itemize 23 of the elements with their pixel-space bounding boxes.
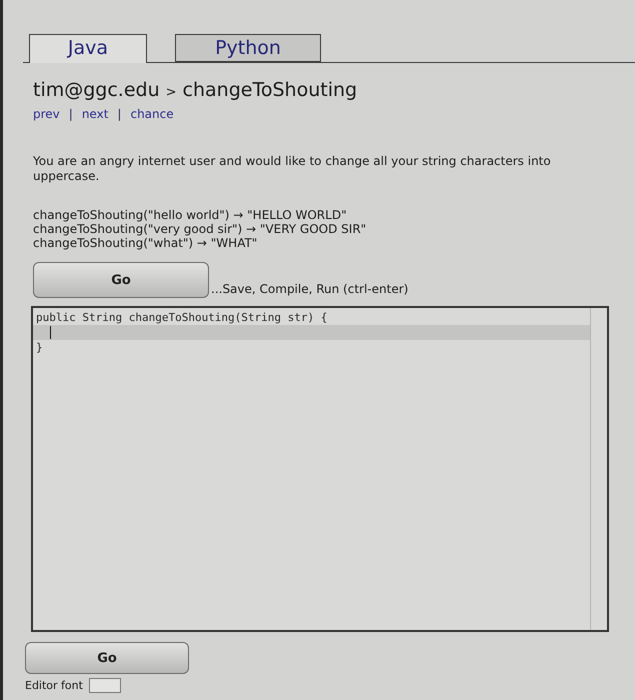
- font-size-label: Editor font: [25, 678, 83, 692]
- code-editor[interactable]: public String changeToShouting(String str) { }: [31, 306, 609, 632]
- nav-separator: |: [68, 106, 73, 122]
- example-line: changeToShouting("what") → "WHAT": [33, 236, 258, 250]
- go-hint: ...Save, Compile, Run (ctrl-enter): [210, 282, 408, 298]
- language-tab[interactable]: Java: [29, 34, 147, 63]
- code-line: }: [35, 340, 44, 355]
- example-line: changeToShouting("very good sir") → "VERY GOOD SIR": [33, 222, 366, 236]
- nav-separator: |: [117, 106, 122, 122]
- go-button[interactable]: Go: [33, 262, 209, 298]
- go-button[interactable]: Go: [25, 642, 189, 674]
- nav-link[interactable]: next: [82, 106, 108, 122]
- code-line: public String changeToShouting(String str) {: [35, 310, 328, 325]
- text-cursor-icon: [50, 326, 51, 339]
- problem-title: changeToShouting: [182, 78, 358, 103]
- nav-link[interactable]: prev: [33, 106, 60, 122]
- language-tab[interactable]: Python: [175, 34, 321, 62]
- user-email: tim@ggc.edu: [33, 78, 160, 103]
- breadcrumb-separator: >: [166, 84, 177, 102]
- problem-description: You are an angry internet user and would like to change all your string characters into uppercase.: [33, 154, 552, 184]
- font-size-field[interactable]: [88, 678, 121, 693]
- example-line: changeToShouting("hello world") → "HELLO WORLD": [33, 208, 347, 222]
- nav-link[interactable]: chance: [130, 106, 174, 122]
